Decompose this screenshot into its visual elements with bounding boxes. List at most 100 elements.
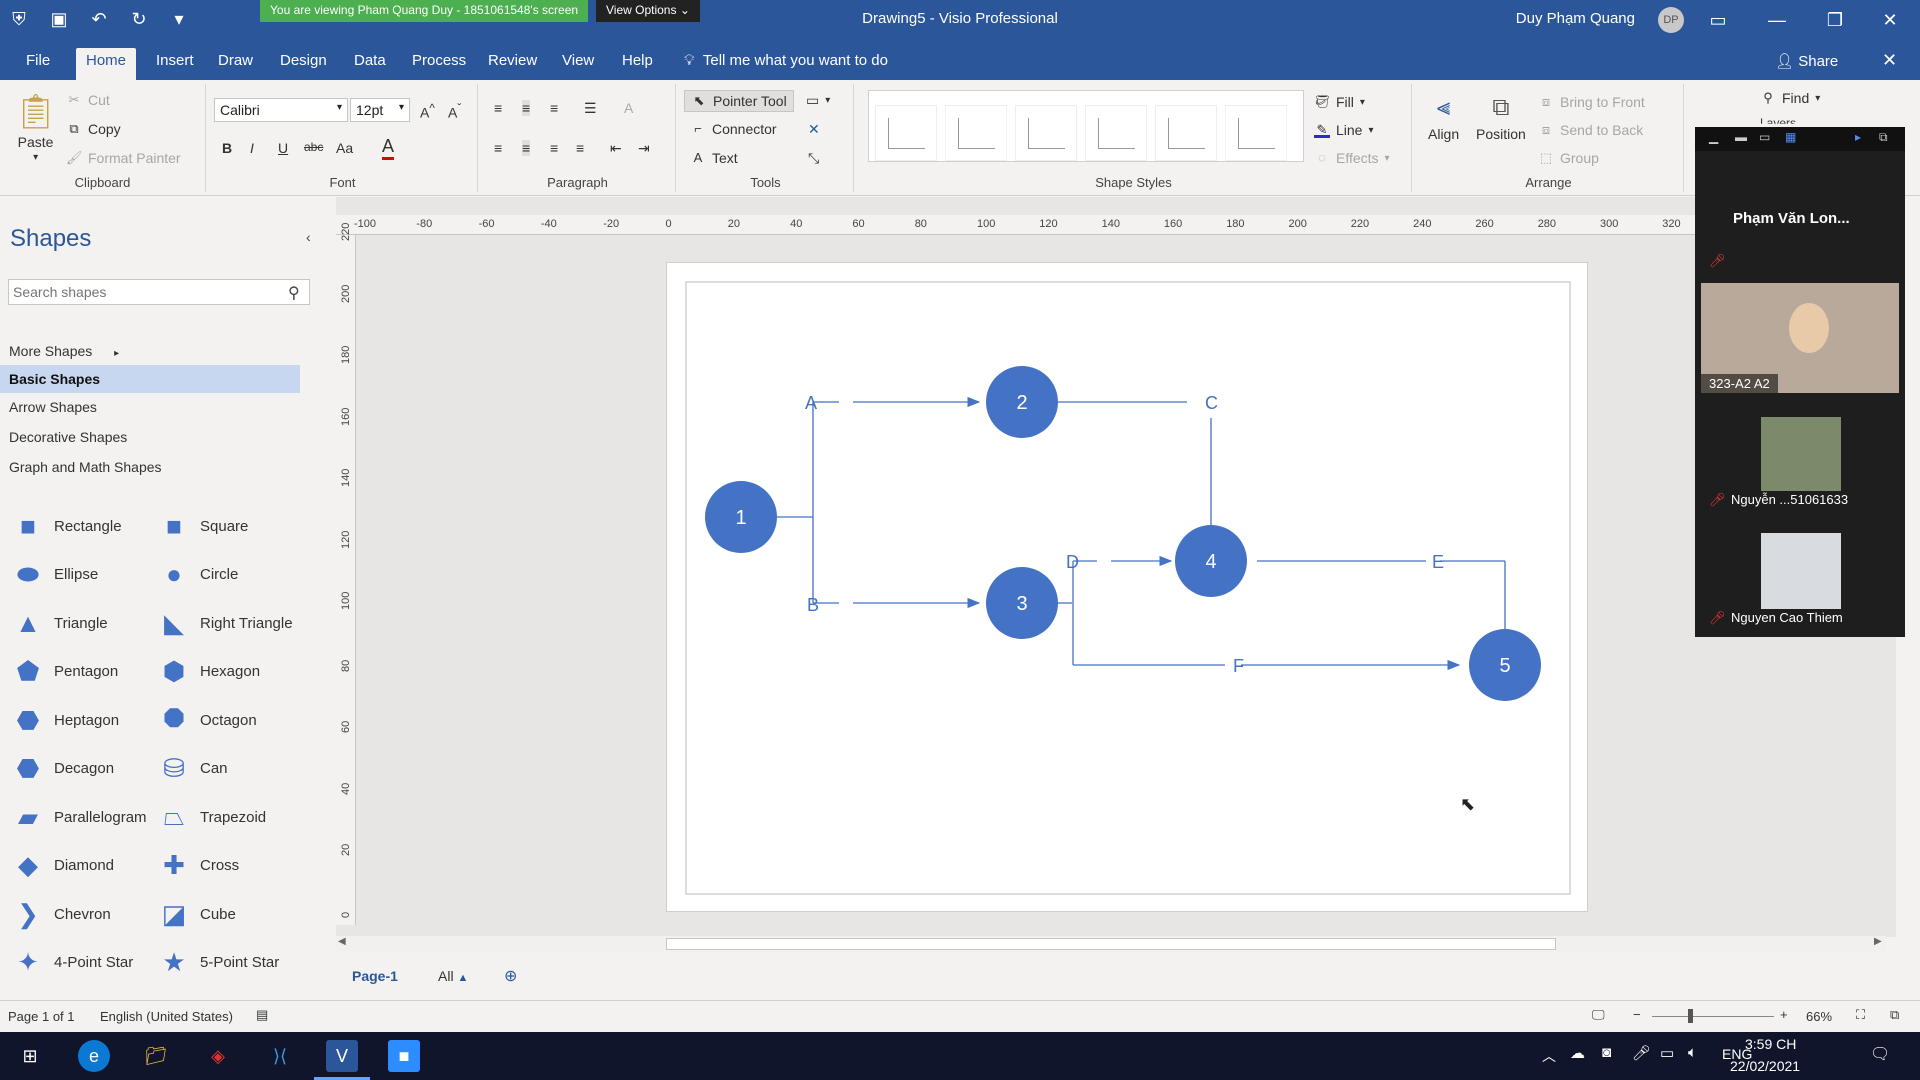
- customize-qat-icon[interactable]: ▾: [168, 8, 190, 30]
- clock-time[interactable]: 3:59 CH: [1745, 1036, 1796, 1052]
- align-middle-icon[interactable]: ≡: [522, 100, 531, 116]
- fit-page-icon[interactable]: ⛶: [1856, 1007, 1865, 1023]
- tab-home[interactable]: Home: [76, 48, 137, 80]
- line-button[interactable]: ✎ Line ▾: [1314, 122, 1374, 138]
- align-button[interactable]: ⫷ Align: [1428, 94, 1459, 142]
- macro-icon[interactable]: ▤: [256, 1007, 268, 1023]
- close-icon[interactable]: ✕: [1870, 4, 1910, 36]
- style-thumb[interactable]: [1085, 105, 1147, 161]
- shape-trapezoid[interactable]: ⏢ Trapezoid: [158, 800, 267, 834]
- rectangle-tool-button[interactable]: ▭ ▾: [806, 92, 830, 109]
- camera-icon[interactable]: ◙: [1602, 1044, 1611, 1061]
- undo-icon[interactable]: ↶: [88, 8, 110, 30]
- ribbon-close-icon[interactable]: ✕: [1882, 50, 1897, 71]
- shape-5-point-star[interactable]: ★ 5-Point Star: [158, 946, 279, 980]
- style-thumb[interactable]: [875, 105, 937, 161]
- stencil-graph-math-shapes[interactable]: Graph and Math Shapes: [0, 453, 300, 481]
- tab-review[interactable]: Review: [478, 48, 547, 80]
- decrease-indent-icon[interactable]: ⇤: [610, 140, 622, 157]
- zoom-slider-thumb[interactable]: [1688, 1009, 1693, 1023]
- drawing-page[interactable]: 1 2 3 4 5 A B C D E F: [666, 262, 1588, 912]
- tab-data[interactable]: Data: [344, 48, 396, 80]
- language-status[interactable]: English (United States): [100, 1009, 233, 1024]
- style-thumb[interactable]: [1155, 105, 1217, 161]
- effects-button[interactable]: ◌ Effects ▾: [1314, 150, 1389, 166]
- view-options-button[interactable]: View Options ⌄: [596, 0, 700, 22]
- strikethrough-button[interactable]: abc: [304, 140, 323, 154]
- single-view-icon[interactable]: ▬: [1735, 130, 1747, 144]
- position-button[interactable]: ⧉ Position: [1476, 94, 1526, 142]
- zoom-out-icon[interactable]: −: [1633, 1007, 1641, 1022]
- shape-chevron[interactable]: ❯ Chevron: [12, 897, 111, 931]
- onedrive-icon[interactable]: ☁: [1570, 1044, 1585, 1062]
- style-thumb[interactable]: [945, 105, 1007, 161]
- justify-icon[interactable]: ≡: [576, 140, 584, 156]
- send-to-back-button[interactable]: ⧈ Send to Back: [1538, 122, 1643, 138]
- save-icon[interactable]: ▣: [48, 8, 70, 30]
- page-tab[interactable]: Page-1: [352, 968, 398, 984]
- shape-square[interactable]: ■ Square: [158, 509, 248, 543]
- shape-heptagon[interactable]: ⬣ Heptagon: [12, 703, 119, 737]
- minimize-panel-icon[interactable]: ▁: [1709, 130, 1718, 144]
- minimize-icon[interactable]: —: [1757, 4, 1797, 36]
- shape-octagon[interactable]: ⯃ Octagon: [158, 703, 257, 737]
- bring-to-front-button[interactable]: ⧈ Bring to Front: [1538, 94, 1645, 110]
- tab-view[interactable]: View: [552, 48, 604, 80]
- search-icon[interactable]: ⚲: [288, 283, 300, 303]
- show-hidden-icons-icon[interactable]: ︿: [1542, 1046, 1556, 1066]
- shape-parallelogram[interactable]: ▰ Parallelogram: [12, 800, 147, 834]
- visio-icon[interactable]: V: [326, 1040, 358, 1072]
- font-color-button[interactable]: A: [382, 136, 395, 160]
- shape-cross[interactable]: ✚ Cross: [158, 849, 239, 883]
- next-page-icon[interactable]: ▸: [1855, 130, 1861, 144]
- restore-icon[interactable]: ❐: [1815, 4, 1855, 36]
- tab-process[interactable]: Process: [402, 48, 476, 80]
- shape-triangle[interactable]: ▲ Triangle: [12, 606, 108, 640]
- shape-can[interactable]: ⛁ Can: [158, 752, 227, 786]
- increase-indent-icon[interactable]: ⇥: [638, 140, 650, 157]
- avatar[interactable]: DP: [1658, 7, 1684, 33]
- font-size-select[interactable]: 12pt ▾: [350, 98, 410, 122]
- stencil-decorative-shapes[interactable]: Decorative Shapes: [0, 423, 300, 451]
- pointer-tool-button[interactable]: ⬉ Pointer Tool: [684, 90, 794, 112]
- tab-insert[interactable]: Insert: [146, 48, 204, 80]
- italic-button[interactable]: I: [250, 140, 254, 156]
- underline-button[interactable]: U: [278, 140, 288, 156]
- shape-ellipse[interactable]: ⬬ Ellipse: [12, 558, 98, 592]
- windows-start-icon[interactable]: ⊞: [14, 1040, 46, 1072]
- tab-file[interactable]: File: [16, 48, 60, 80]
- shape-decagon[interactable]: ⬣ Decagon: [12, 752, 114, 786]
- change-case-button[interactable]: Aa: [336, 140, 353, 156]
- align-right-icon[interactable]: ≡: [550, 140, 558, 156]
- shape-4-point-star[interactable]: ✦ 4-Point Star: [12, 946, 133, 980]
- copy-button[interactable]: ⧉ Copy: [66, 121, 120, 137]
- battery-icon[interactable]: ▭: [1660, 1044, 1674, 1062]
- edge-browser-icon[interactable]: e: [78, 1040, 110, 1072]
- exit-panel-icon[interactable]: ⧉: [1879, 130, 1888, 145]
- zoom-in-icon[interactable]: +: [1780, 1007, 1788, 1022]
- gallery-view-icon[interactable]: ▦: [1785, 130, 1796, 144]
- add-page-icon[interactable]: ⊕: [504, 966, 517, 986]
- fill-button[interactable]: 🪣︎ Fill ▾: [1314, 94, 1365, 110]
- share-button[interactable]: 👤︎ Share: [1775, 52, 1838, 70]
- drawing-canvas[interactable]: -100 -80 -60 -40 -20 0 20 40 60 80 100 120 140 160 180…: [336, 197, 1896, 937]
- collapse-pane-icon[interactable]: ‹: [306, 229, 311, 245]
- microphone-icon[interactable]: 🎤︎: [1632, 1044, 1651, 1062]
- align-top-icon[interactable]: ≡: [494, 100, 502, 116]
- stencil-basic-shapes[interactable]: Basic Shapes: [0, 365, 300, 393]
- style-thumb[interactable]: [1225, 105, 1287, 161]
- vscode-icon[interactable]: ⟩⟨: [264, 1040, 296, 1072]
- shape-hexagon[interactable]: ⬢ Hexagon: [158, 655, 260, 689]
- shape-cube[interactable]: ◪ Cube: [158, 897, 236, 931]
- font-family-select[interactable]: Calibri ▾: [214, 98, 348, 122]
- tab-draw[interactable]: Draw: [208, 48, 263, 80]
- switch-windows-icon[interactable]: ⧉: [1890, 1007, 1899, 1023]
- notifications-icon[interactable]: 🗨︎: [1870, 1044, 1890, 1064]
- align-center-icon[interactable]: ≡: [522, 140, 531, 156]
- stencil-arrow-shapes[interactable]: Arrow Shapes: [0, 393, 300, 421]
- align-bottom-icon[interactable]: ≡: [550, 100, 558, 116]
- paste-button[interactable]: 📋︎ Paste ▾: [14, 92, 57, 163]
- scroll-right-icon[interactable]: ▶: [1874, 936, 1882, 947]
- text-direction-icon[interactable]: A: [624, 100, 633, 116]
- clock-date[interactable]: 22/02/2021: [1730, 1058, 1800, 1074]
